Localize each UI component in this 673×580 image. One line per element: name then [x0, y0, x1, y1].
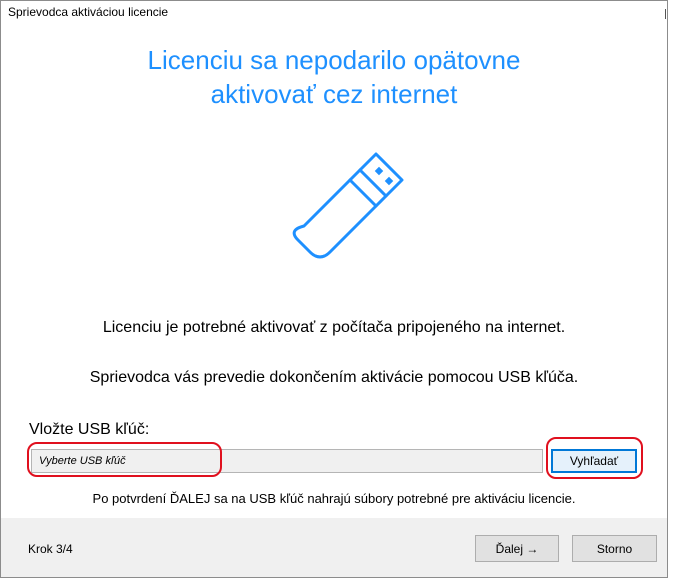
cancel-button[interactable]: Storno — [572, 535, 657, 562]
page-heading: Licenciu sa nepodarilo opätovne aktivova… — [1, 43, 667, 111]
description-line-1: Licenciu je potrebné aktivovať z počítač… — [102, 319, 566, 336]
upload-note: Po potvrdení ĎALEJ sa na USB kľúč nahraj… — [92, 491, 576, 506]
activation-wizard-window: Sprievodca aktiváciou licencie Licenciu … — [0, 0, 668, 578]
wizard-footer: Krok 3/4 Ďalej → Storno — [1, 518, 667, 577]
description-line-2: Sprievodca vás prevedie dokončením aktiv… — [89, 369, 579, 386]
title-bar: Sprievodca aktiváciou licencie — [1, 1, 667, 23]
window-title: Sprievodca aktiváciou licencie — [8, 5, 169, 19]
usb-drive-icon — [292, 152, 404, 259]
heading-line-1: Licenciu sa nepodarilo opätovne — [147, 45, 521, 75]
window-edge-mark — [665, 9, 666, 19]
step-indicator: Krok 3/4 — [28, 542, 73, 556]
highlight-search-button — [546, 437, 643, 479]
heading-line-2: aktivovať cez internet — [210, 79, 458, 109]
highlight-usb-select — [27, 442, 222, 477]
next-button[interactable]: Ďalej → — [475, 535, 559, 562]
usb-key-label: Vložte USB kľúč: — [29, 421, 150, 438]
